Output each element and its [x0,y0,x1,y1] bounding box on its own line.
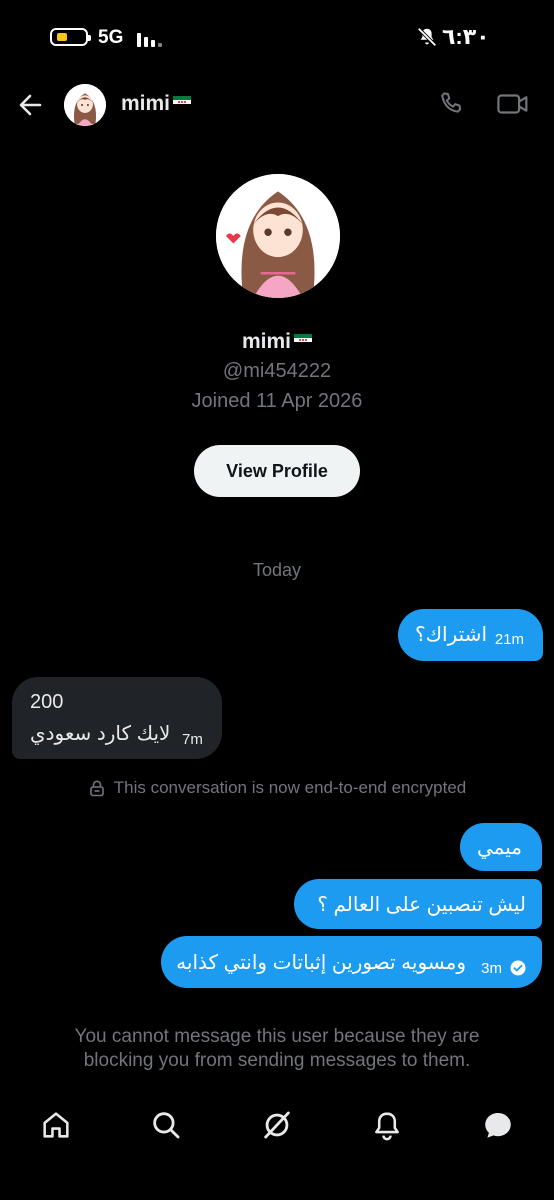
date-divider: Today [252,560,302,580]
home-icon [43,1112,69,1138]
search-icon [153,1112,180,1139]
flag-icon [173,96,192,109]
avatar-illustration [64,84,106,126]
tab-search[interactable] [149,1108,183,1142]
message-text: ليش تنصبين على العالم ؟ [317,894,526,916]
notifications-muted-icon [417,27,437,47]
blocked-notice: You cannot message this user because the… [74,1026,480,1071]
tab-home[interactable] [39,1108,73,1142]
lock-icon [89,780,104,797]
status-clock: ٦:٣٠ [442,24,490,49]
message-time: 21m [494,631,524,648]
view-profile-button[interactable]: View Profile [194,445,360,497]
profile-name: mimi [0,330,554,354]
message-text: ومسويه تصورين إثباتات وانتي كذابه [176,952,466,974]
back-arrow-icon[interactable] [14,88,48,122]
status-bar: 5G ٦:٣٠ [0,0,554,76]
profile-joined-date: Joined 11 Apr 2026 [191,390,363,412]
message-text: ميمي [477,837,522,859]
phone-icon[interactable] [436,89,466,119]
grok-icon [264,1111,290,1139]
tab-messages[interactable] [481,1108,515,1142]
profile-name-text: mimi [241,330,291,353]
message-bubble-outgoing[interactable]: ومسويه تصورين إثباتات وانتي كذابه 3m [161,936,542,988]
encryption-notice-text: This conversation is now end-to-end encr… [113,778,467,797]
flag-icon [294,334,312,347]
battery-icon [50,28,91,46]
signal-icon [137,31,163,47]
profile-avatar-illustration [216,174,340,298]
tab-notifications[interactable] [370,1108,404,1142]
message-text: اشتراك؟ [414,624,487,646]
profile-handle: @mi454222 [222,360,332,382]
message-bubble-incoming[interactable]: 200 لايك كارد سعودي 7m [12,677,222,759]
notifications-icon [375,1112,399,1141]
message-bubble-outgoing[interactable]: ليش تنصبين على العالم ؟ [294,879,542,929]
header-name-text: mimi [121,92,171,115]
network-type: 5G [98,27,124,48]
video-call-icon[interactable] [496,89,530,119]
avatar[interactable] [64,84,106,126]
message-time: 3m [481,960,502,977]
message-time: 7m [182,731,203,748]
profile-avatar[interactable] [216,174,340,298]
message-text: لايك كارد سعودي [30,723,171,745]
encryption-notice: This conversation is now end-to-end encr… [0,776,554,800]
message-bubble-outgoing[interactable]: ميمي [460,823,542,871]
message-bubble-outgoing[interactable]: اشتراك؟ 21m [398,609,543,661]
header-title[interactable]: mimi [121,92,192,116]
messages-icon [485,1112,511,1138]
tab-grok[interactable] [260,1108,294,1142]
message-text: 200 [30,691,64,713]
seen-check-icon [510,960,526,976]
